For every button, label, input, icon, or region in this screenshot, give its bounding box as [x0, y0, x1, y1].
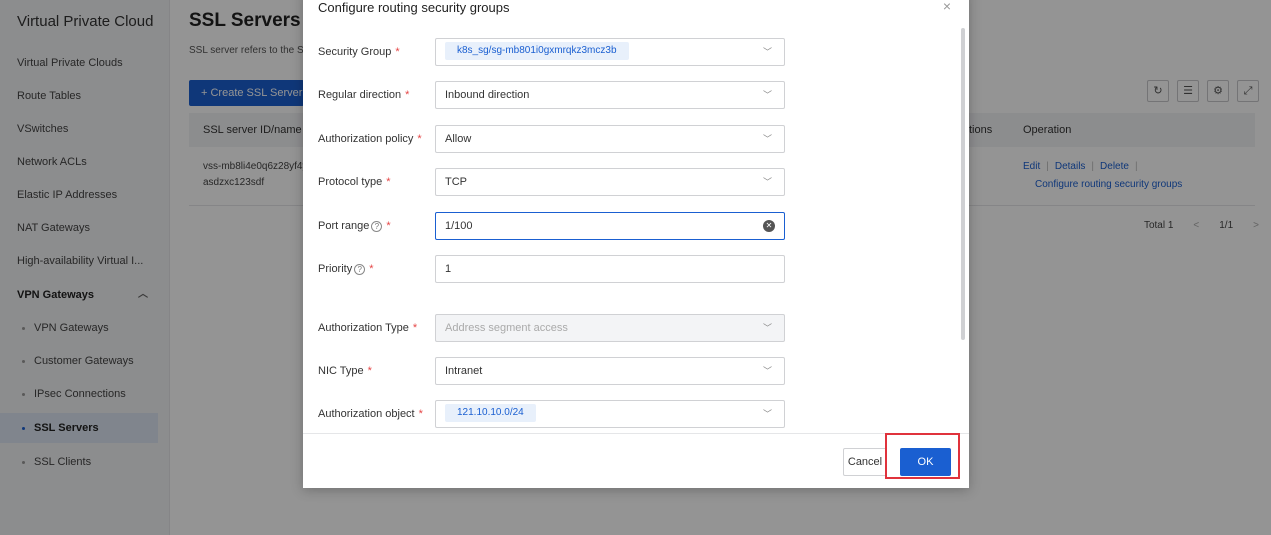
chevron-down-icon: ﹀	[762, 90, 772, 100]
authorization-type-select: Address segment access ﹀	[435, 314, 785, 342]
regular-direction-select[interactable]: Inbound direction ﹀	[435, 81, 785, 109]
field-label: Security Group *	[318, 46, 400, 58]
security-group-select[interactable]: k8s_sg/sg-mb801i0gxmrqkz3mcz3b ﹀	[435, 38, 785, 66]
field-label: Authorization object *	[318, 408, 423, 420]
form-row-port-range: Port range? * 1/100 ✕	[303, 212, 963, 240]
field-label: Port range? *	[318, 220, 391, 232]
authorization-object-select[interactable]: 121.10.10.0/24 ﹀	[435, 400, 785, 428]
dialog-footer: Cancel OK	[303, 433, 969, 488]
cancel-button[interactable]: Cancel	[843, 448, 887, 476]
clear-icon[interactable]: ✕	[763, 220, 775, 232]
field-label: Regular direction *	[318, 89, 410, 101]
chevron-down-icon: ﹀	[762, 409, 772, 419]
chevron-down-icon: ﹀	[762, 366, 772, 376]
close-icon[interactable]: ×	[943, 0, 951, 14]
field-label: Priority? *	[318, 263, 374, 275]
chevron-down-icon: ﹀	[762, 134, 772, 144]
form-row-security-group: Security Group * k8s_sg/sg-mb801i0gxmrqkz…	[303, 38, 963, 66]
nic-type-select[interactable]: Intranet ﹀	[435, 357, 785, 385]
dialog-title: Configure routing security groups	[318, 0, 510, 15]
selected-tag: k8s_sg/sg-mb801i0gxmrqkz3mcz3b	[445, 42, 629, 61]
form-row-authorization-object: Authorization object * 121.10.10.0/24 ﹀	[303, 400, 963, 428]
form-row-nic-type: NIC Type * Intranet ﹀	[303, 357, 963, 385]
help-icon[interactable]: ?	[354, 263, 366, 275]
chevron-down-icon: ﹀	[762, 177, 772, 187]
chevron-down-icon: ﹀	[762, 323, 772, 333]
field-label: Authorization policy *	[318, 133, 422, 145]
field-label: Authorization Type *	[318, 322, 418, 334]
highlight-annotation	[885, 433, 960, 479]
help-icon[interactable]: ?	[371, 220, 383, 232]
port-range-input[interactable]: 1/100 ✕	[435, 212, 785, 240]
form-row-authorization-policy: Authorization policy * Allow ﹀	[303, 125, 963, 153]
form-row-priority: Priority? * 1	[303, 255, 963, 283]
field-label: NIC Type *	[318, 365, 372, 377]
configure-routing-dialog: Configure routing security groups × Secu…	[303, 0, 969, 488]
protocol-type-select[interactable]: TCP ﹀	[435, 168, 785, 196]
field-label: Protocol type *	[318, 176, 391, 188]
form-row-regular-direction: Regular direction * Inbound direction ﹀	[303, 81, 963, 109]
selected-tag: 121.10.10.0/24	[445, 404, 536, 423]
form-row-protocol-type: Protocol type * TCP ﹀	[303, 168, 963, 196]
priority-input[interactable]: 1	[435, 255, 785, 283]
form-row-authorization-type: Authorization Type * Address segment acce…	[303, 314, 963, 342]
authorization-policy-select[interactable]: Allow ﹀	[435, 125, 785, 153]
chevron-down-icon: ﹀	[762, 47, 772, 57]
